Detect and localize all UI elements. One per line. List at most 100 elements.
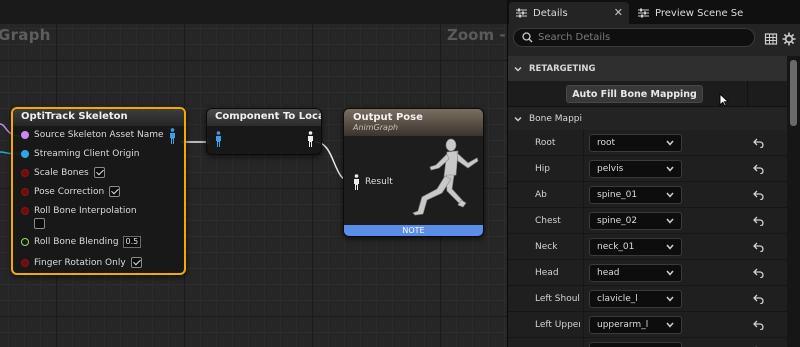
bone-select-dropdown[interactable]: spine_01 bbox=[589, 186, 682, 204]
pin-label: Pose Correction bbox=[34, 186, 105, 197]
chevron-down-icon bbox=[666, 296, 674, 302]
lavender-pin-icon[interactable] bbox=[21, 131, 29, 139]
bone-mapping-row[interactable]: Neck neck_01 bbox=[508, 234, 787, 260]
pose-correction-checkbox[interactable] bbox=[109, 186, 121, 197]
roll-bone-interpolation-checkbox[interactable] bbox=[34, 218, 45, 229]
pin-pose-correction[interactable]: Pose Correction bbox=[21, 186, 121, 197]
chevron-down-icon bbox=[666, 244, 674, 250]
bone-mapping-row[interactable]: Left Shoulde clavicle_l bbox=[508, 286, 787, 312]
reset-to-default-icon[interactable] bbox=[753, 320, 764, 330]
bone-mapping-row[interactable]: Hip pelvis bbox=[508, 156, 787, 182]
bone-select-value: root bbox=[597, 138, 616, 148]
tab-preview-scene-settings[interactable]: Preview Scene Se bbox=[631, 2, 800, 24]
close-icon[interactable]: ✕ bbox=[614, 6, 623, 19]
bone-mapping-row[interactable]: Left Upper upperarm_l bbox=[508, 312, 787, 338]
bool-pin-icon[interactable] bbox=[21, 168, 29, 177]
bone-select-dropdown[interactable]: spine_02 bbox=[589, 212, 682, 230]
pin-finger-rotation-only[interactable]: Finger Rotation Only bbox=[21, 257, 142, 268]
float-pin-icon[interactable] bbox=[21, 238, 29, 246]
bone-name-label: Chest bbox=[535, 216, 561, 226]
scale-bones-checkbox[interactable] bbox=[93, 167, 105, 178]
bone-mapping-row[interactable]: Root root bbox=[508, 130, 787, 156]
chevron-down-icon bbox=[666, 322, 674, 328]
note-bar[interactable]: NOTE bbox=[344, 225, 483, 236]
reset-to-default-icon[interactable] bbox=[753, 164, 764, 174]
scrollbar-thumb[interactable] bbox=[790, 60, 797, 126]
node-title: Output Pose bbox=[353, 112, 423, 123]
gear-icon[interactable] bbox=[782, 32, 796, 46]
node-title: OptiTrack Skeleton bbox=[13, 109, 184, 126]
cyan-pin-icon[interactable] bbox=[21, 150, 29, 158]
bool-pin-icon[interactable] bbox=[21, 207, 29, 215]
reset-to-default-icon[interactable] bbox=[753, 242, 764, 252]
node-header: Output Pose AnimGraph bbox=[344, 109, 483, 136]
optitrack-skeleton-node[interactable]: OptiTrack Skeleton Source Skeleton Asset… bbox=[11, 107, 186, 275]
bone-select-dropdown[interactable]: root bbox=[589, 134, 682, 152]
node-subtitle: AnimGraph bbox=[353, 123, 399, 132]
chevron-down-icon bbox=[514, 116, 522, 122]
pin-streaming-client-origin[interactable]: Streaming Client Origin bbox=[21, 149, 139, 159]
category-retargeting[interactable]: RETARGETING bbox=[508, 56, 787, 81]
bone-select-dropdown[interactable]: head bbox=[589, 264, 682, 282]
scrollbar[interactable] bbox=[787, 56, 800, 347]
bone-name-label: Left Shoulde bbox=[535, 294, 580, 304]
pin-label: Streaming Client Origin bbox=[34, 149, 140, 159]
result-pin-icon[interactable] bbox=[353, 174, 360, 190]
bone-select-dropdown[interactable] bbox=[589, 342, 682, 347]
bone-mapping-row[interactable] bbox=[508, 338, 787, 347]
reset-to-default-icon[interactable] bbox=[753, 216, 764, 226]
pin-roll-bone-interpolation[interactable]: Roll Bone Interpolation bbox=[21, 206, 137, 216]
search-box[interactable] bbox=[513, 28, 755, 47]
pin-roll-bone-blending[interactable]: Roll Bone Blending 0.5 bbox=[21, 236, 142, 248]
search-input[interactable] bbox=[538, 30, 748, 45]
reset-to-default-icon[interactable] bbox=[753, 268, 764, 278]
row-divider bbox=[747, 81, 748, 107]
pin-scale-bones[interactable]: Scale Bones bbox=[21, 167, 105, 178]
anim-graph-canvas[interactable]: Graph Zoom -1 OptiTrack Skeleton Source … bbox=[0, 0, 507, 347]
bone-select-value: spine_01 bbox=[597, 190, 638, 200]
pin-label: Finger Rotation Only bbox=[34, 257, 126, 268]
bone-mapping-group[interactable]: Bone Mappi bbox=[508, 107, 787, 130]
chevron-down-icon bbox=[666, 270, 674, 276]
reset-to-default-icon[interactable] bbox=[753, 294, 764, 304]
tab-label: Preview Scene Se bbox=[655, 7, 744, 19]
details-search-row bbox=[508, 24, 800, 56]
category-label: RETARGETING bbox=[529, 63, 596, 74]
bone-name-label: Root bbox=[535, 138, 556, 148]
bool-pin-icon[interactable] bbox=[21, 187, 29, 196]
bone-select-dropdown[interactable]: pelvis bbox=[589, 160, 682, 178]
pose-output-pin-icon[interactable] bbox=[307, 131, 314, 147]
tab-details[interactable]: Details ✕ bbox=[509, 2, 629, 24]
bone-select-value: head bbox=[597, 268, 620, 278]
output-pose-node[interactable]: Output Pose AnimGraph Result NOTE bbox=[343, 108, 484, 237]
reset-to-default-icon[interactable] bbox=[753, 190, 764, 200]
bone-mapping-row[interactable]: Chest spine_02 bbox=[508, 208, 787, 234]
roll-bone-blending-input[interactable]: 0.5 bbox=[122, 236, 142, 248]
grid-view-icon[interactable] bbox=[764, 32, 778, 46]
finger-rotation-only-checkbox[interactable] bbox=[130, 257, 142, 268]
sliders-icon bbox=[638, 8, 649, 18]
pin-source-skeleton-asset-name[interactable]: Source Skeleton Asset Name bbox=[21, 130, 164, 140]
bone-select-value: upperarm_l bbox=[597, 320, 649, 330]
pin-label: Roll Bone Interpolation bbox=[34, 206, 137, 216]
bone-mapping-row[interactable]: Head head bbox=[508, 260, 787, 286]
bone-select-dropdown[interactable]: upperarm_l bbox=[589, 316, 682, 334]
column-divider bbox=[583, 312, 584, 338]
bone-select-dropdown[interactable]: neck_01 bbox=[589, 238, 682, 256]
bone-mapping-row[interactable]: Ab spine_01 bbox=[508, 182, 787, 208]
column-divider bbox=[583, 234, 584, 260]
component-to-local-node[interactable]: Component To Local bbox=[206, 108, 322, 155]
pin-label: Source Skeleton Asset Name bbox=[34, 130, 164, 140]
bone-select-value: clavicle_l bbox=[597, 294, 638, 304]
auto-fill-bone-mapping-button[interactable]: Auto Fill Bone Mapping bbox=[566, 85, 703, 103]
pose-output-pin-icon[interactable] bbox=[169, 128, 176, 144]
property-list[interactable]: RETARGETING Auto Fill Bone Mapping Bone … bbox=[508, 56, 787, 347]
chevron-down-icon bbox=[666, 218, 674, 224]
reset-to-default-icon[interactable] bbox=[753, 138, 764, 148]
column-divider bbox=[583, 286, 584, 312]
bone-select-value: neck_01 bbox=[597, 242, 635, 252]
column-divider bbox=[583, 130, 584, 156]
bool-pin-icon[interactable] bbox=[21, 258, 29, 267]
bone-select-dropdown[interactable]: clavicle_l bbox=[589, 290, 682, 308]
pose-input-pin-icon[interactable] bbox=[215, 131, 222, 147]
